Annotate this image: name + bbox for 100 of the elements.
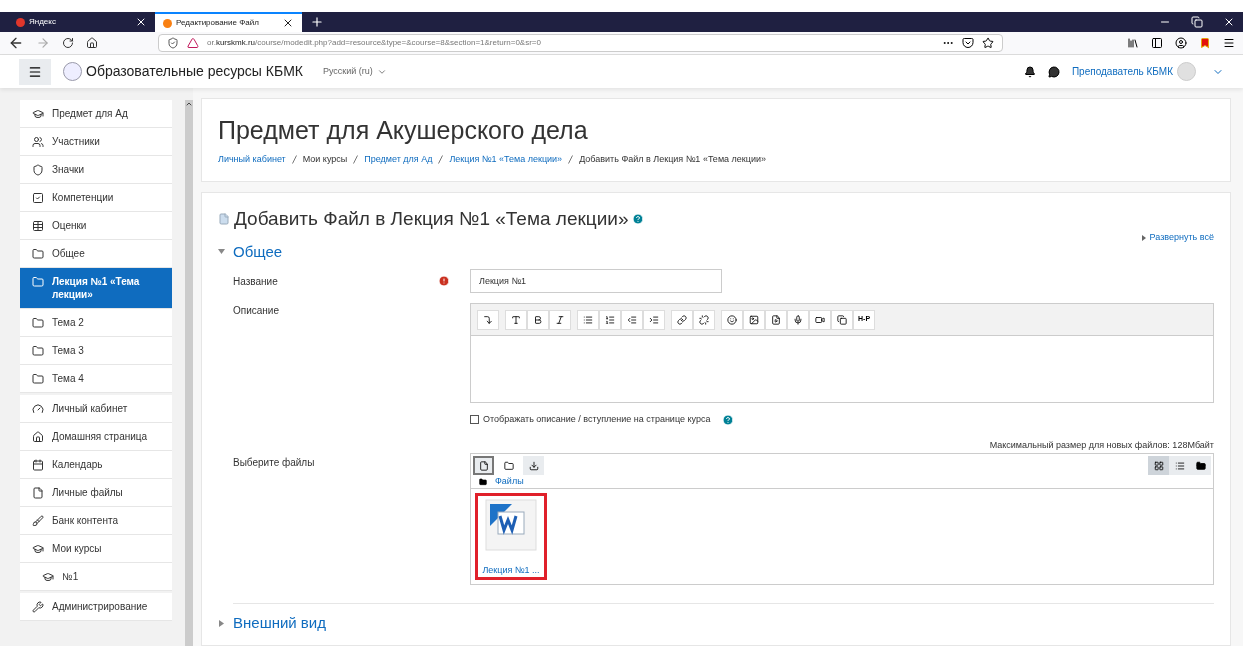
- sidebar-item[interactable]: Оценки: [20, 212, 172, 240]
- home-icon: [86, 37, 98, 49]
- download-icon: [528, 460, 539, 471]
- editor-tool-button[interactable]: [809, 309, 831, 330]
- slash-separator-icon: [438, 155, 444, 165]
- download-button[interactable]: [523, 456, 544, 475]
- editor-tool-button[interactable]: [505, 309, 527, 330]
- sidebar-icon: [1151, 37, 1163, 49]
- sidebar-item[interactable]: №1: [20, 563, 172, 591]
- sidebar-item[interactable]: Тема 2: [20, 309, 172, 337]
- max-size-note: Максимальный размер для новых файлов: 128Мбайт: [989, 438, 1214, 452]
- editor-tool-button[interactable]: [831, 309, 853, 330]
- section-caret-icon: [218, 619, 225, 627]
- sidebar-item[interactable]: Тема 4: [20, 365, 172, 393]
- sidebar-item-label: Значки: [52, 163, 85, 176]
- sidebar-item[interactable]: Предмет для Ад: [20, 100, 172, 128]
- grid-view-button[interactable]: [1148, 456, 1169, 475]
- indent-icon: [649, 314, 659, 325]
- site-name[interactable]: Образовательные ресурсы КБМК: [86, 61, 303, 82]
- sidebar-item-label: Лекция №1 «Тема лекции»: [52, 275, 141, 301]
- editor-tool-button[interactable]: [477, 309, 499, 330]
- file-tile[interactable]: Лекция №1 ...: [475, 493, 547, 580]
- sidebar-item[interactable]: Тема 3: [20, 337, 172, 365]
- section-caret-icon: [218, 248, 225, 256]
- scrollbar[interactable]: [185, 100, 193, 646]
- sidebar-item-label: Общее: [52, 247, 85, 260]
- sidebar-item[interactable]: Личные файлы: [20, 479, 172, 507]
- bold-icon: [533, 314, 543, 325]
- tree-view-button[interactable]: [1190, 456, 1211, 475]
- close-icon: [135, 16, 147, 28]
- editor-tool-button[interactable]: [765, 309, 787, 330]
- sidebar-item[interactable]: Участники: [20, 128, 172, 156]
- sidebar-item[interactable]: Значки: [20, 156, 172, 184]
- sidebar-item[interactable]: Общее: [20, 240, 172, 268]
- browser-tab[interactable]: Яндекс: [8, 12, 155, 32]
- folder-icon: [479, 477, 487, 486]
- sidebar-item[interactable]: Личный кабинет: [20, 395, 172, 423]
- section-toggle[interactable]: Внешний вид: [218, 612, 326, 635]
- file-icon: [478, 460, 489, 471]
- sidebar-item[interactable]: Администрирование: [20, 593, 172, 621]
- language-menu[interactable]: Русский (ru): [322, 64, 387, 79]
- help-icon: [722, 413, 735, 426]
- editor-tool-button[interactable]: [787, 309, 809, 330]
- files-path-link[interactable]: Файлы: [495, 474, 524, 489]
- show-description-checkbox[interactable]: Отображать описание / вступление на странице курса: [470, 413, 1214, 427]
- table-icon: [32, 220, 44, 232]
- menu-icon: [1223, 37, 1235, 49]
- word-document-icon: [484, 498, 538, 552]
- name-input[interactable]: Лекция №1: [470, 269, 722, 293]
- graduation-cap-icon: [42, 571, 54, 583]
- field-label: Название: [232, 274, 279, 289]
- graduation-cap-icon: [32, 543, 44, 555]
- back-icon: [8, 35, 24, 51]
- folder-icon: [503, 460, 514, 471]
- help-icon: [632, 212, 645, 225]
- checkbox[interactable]: [470, 415, 479, 425]
- shield-icon: [167, 37, 179, 49]
- menu-toggle[interactable]: [19, 58, 51, 85]
- sidebar-item[interactable]: Компетенции: [20, 184, 172, 212]
- users-icon: [32, 136, 44, 148]
- site-logo-icon: [63, 62, 82, 81]
- slash-separator-icon: [568, 155, 574, 165]
- calendar-icon: [32, 459, 44, 471]
- sidebar-item[interactable]: Мои курсы: [20, 535, 172, 563]
- sidebar-item[interactable]: Домашняя страница: [20, 423, 172, 451]
- sidebar-item[interactable]: Лекция №1 «Тема лекции»: [20, 268, 172, 309]
- font-color-icon: [511, 314, 521, 325]
- sidebar-item-label: Тема 3: [52, 344, 84, 357]
- breadcrumb-link[interactable]: Личный кабинет: [218, 153, 286, 167]
- checkbox-icon: [32, 192, 44, 204]
- section-toggle[interactable]: Общее: [218, 240, 283, 263]
- new-tab-icon: [310, 15, 324, 29]
- outdent-icon: [627, 314, 637, 325]
- sidebar-item[interactable]: Календарь: [20, 451, 172, 479]
- editor-tool-button[interactable]: [549, 309, 571, 330]
- field-label: Описание: [232, 304, 280, 318]
- menu-icon: [28, 64, 42, 79]
- sidebar-item-label: Календарь: [52, 458, 103, 471]
- user-menu[interactable]: Преподаватель КБМК: [1071, 62, 1224, 81]
- breadcrumb-link[interactable]: Предмет для Ад: [364, 153, 433, 167]
- breadcrumb-link[interactable]: Лекция №1 «Тема лекции»: [449, 153, 563, 167]
- address-bar[interactable]: or.kurskmk.ru/course/modedit.php?add=resource&type=&course=8&section=1&return=0&sr=0: [158, 34, 1003, 52]
- bullet-list-icon: [583, 314, 593, 325]
- folder-icon: [1195, 460, 1206, 471]
- sidebar-item-label: Администрирование: [52, 600, 148, 613]
- editor-tool-button[interactable]: [721, 309, 743, 330]
- folder-icon: [32, 276, 44, 288]
- shield-icon: [32, 164, 44, 176]
- editor-tool-button[interactable]: [527, 309, 549, 330]
- expand-all-link[interactable]: Развернуть всё: [1141, 231, 1214, 245]
- warning-icon: [187, 37, 199, 49]
- editor-tool-button[interactable]: [743, 309, 765, 330]
- gauge-icon: [32, 403, 44, 415]
- file-icon: [32, 487, 44, 499]
- sidebar-item[interactable]: Банк контента: [20, 507, 172, 535]
- editor-tool-button[interactable]: [671, 309, 693, 330]
- list-view-button[interactable]: [1169, 456, 1190, 475]
- editor-tool-button[interactable]: [693, 309, 715, 330]
- add-file-button[interactable]: [473, 456, 494, 475]
- browser-tab[interactable]: Редактирование Файл: [155, 12, 302, 32]
